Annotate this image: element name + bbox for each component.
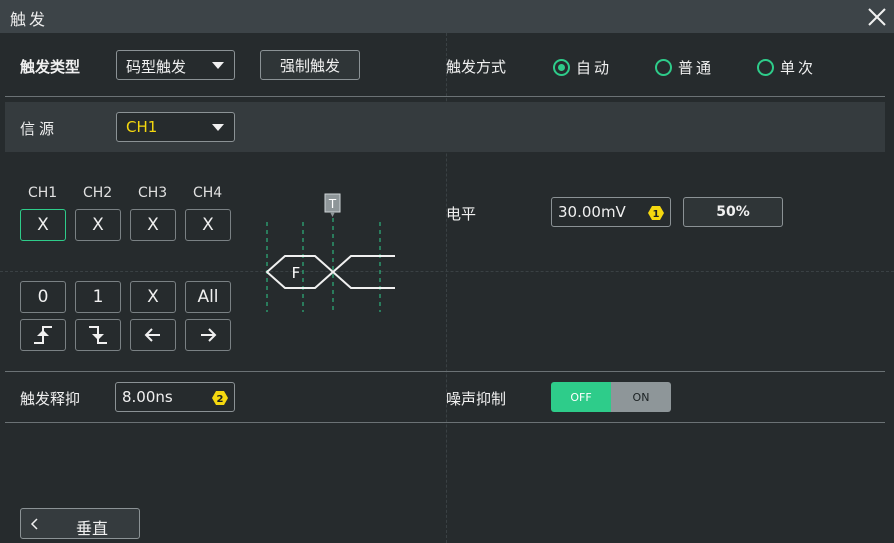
- level-input[interactable]: 30.00mV 1: [551, 197, 671, 227]
- pattern-key-x[interactable]: X: [130, 281, 176, 313]
- back-vertical-button[interactable]: 垂直: [20, 508, 140, 539]
- title-bar: 触发: [0, 0, 894, 33]
- move-left-button[interactable]: [130, 319, 176, 351]
- knob-1-icon: 1: [648, 206, 664, 220]
- chevron-down-icon: [212, 124, 224, 131]
- pattern-label: F: [292, 264, 301, 282]
- noise-off-option[interactable]: OFF: [551, 382, 611, 412]
- mode-normal-radio[interactable]: 普通: [655, 57, 714, 77]
- svg-text:2: 2: [217, 394, 224, 405]
- source-label: 信源: [20, 120, 59, 138]
- level-label: 电平: [446, 205, 477, 223]
- chevron-down-icon: [212, 62, 224, 69]
- falling-edge-icon: [89, 326, 107, 344]
- arrow-left-icon: [144, 328, 160, 342]
- channel-pattern-ch3[interactable]: X: [130, 209, 176, 241]
- falling-edge-button[interactable]: [75, 319, 121, 351]
- force-trigger-button[interactable]: 强制触发: [260, 50, 360, 80]
- channel-label-ch1: CH1: [28, 185, 58, 201]
- pattern-diagram: T F: [265, 193, 395, 312]
- channel-label-ch4: CH4: [193, 185, 223, 201]
- holdoff-label: 触发释抑: [20, 390, 81, 408]
- rising-edge-button[interactable]: [20, 319, 66, 351]
- chevron-left-icon: [30, 518, 38, 530]
- trigger-type-dropdown[interactable]: 码型触发: [116, 50, 235, 80]
- channel-label-ch3: CH3: [138, 185, 168, 201]
- pattern-key-0[interactable]: 0: [20, 281, 66, 313]
- mode-single-radio[interactable]: 单次: [757, 57, 816, 77]
- trigger-type-value: 码型触发: [126, 58, 187, 76]
- mode-auto-label: 自动: [576, 58, 613, 77]
- noise-reject-toggle[interactable]: OFF ON: [551, 382, 671, 412]
- mode-normal-label: 普通: [678, 58, 715, 77]
- divider: [5, 422, 885, 423]
- radio-unselected-icon: [757, 58, 774, 76]
- move-right-button[interactable]: [185, 319, 231, 351]
- level-50-percent-button[interactable]: 50%: [683, 197, 783, 227]
- channel-pattern-ch4[interactable]: X: [185, 209, 231, 241]
- rising-edge-icon: [34, 326, 52, 344]
- arrow-right-icon: [201, 328, 217, 342]
- divider: [5, 371, 885, 372]
- holdoff-value: 8.00ns: [122, 388, 173, 406]
- pattern-key-all[interactable]: All: [185, 281, 231, 313]
- source-dropdown[interactable]: CH1: [116, 112, 235, 142]
- channel-label-ch2: CH2: [83, 185, 113, 201]
- svg-text:1: 1: [653, 209, 660, 220]
- grid-line-horizontal: [0, 271, 894, 272]
- close-icon[interactable]: [866, 6, 888, 28]
- mode-single-label: 单次: [780, 58, 817, 77]
- noise-on-option[interactable]: ON: [611, 382, 671, 412]
- radio-selected-icon: [553, 58, 570, 76]
- channel-pattern-ch2[interactable]: X: [75, 209, 121, 241]
- knob-2-icon: 2: [212, 391, 228, 405]
- back-button-label: 垂直: [76, 519, 109, 538]
- pattern-key-1[interactable]: 1: [75, 281, 121, 313]
- radio-unselected-icon: [655, 58, 672, 76]
- trigger-marker-label: T: [328, 197, 337, 211]
- divider: [5, 96, 885, 97]
- trigger-type-label: 触发类型: [20, 58, 81, 76]
- source-value: CH1: [126, 118, 158, 136]
- channel-pattern-ch1[interactable]: X: [20, 209, 66, 241]
- window-title: 触发: [10, 10, 49, 29]
- mode-auto-radio[interactable]: 自动: [553, 57, 612, 77]
- noise-reject-label: 噪声抑制: [446, 390, 507, 408]
- trigger-mode-label: 触发方式: [446, 58, 507, 76]
- holdoff-input[interactable]: 8.00ns 2: [115, 382, 235, 412]
- level-value: 30.00mV: [558, 203, 626, 221]
